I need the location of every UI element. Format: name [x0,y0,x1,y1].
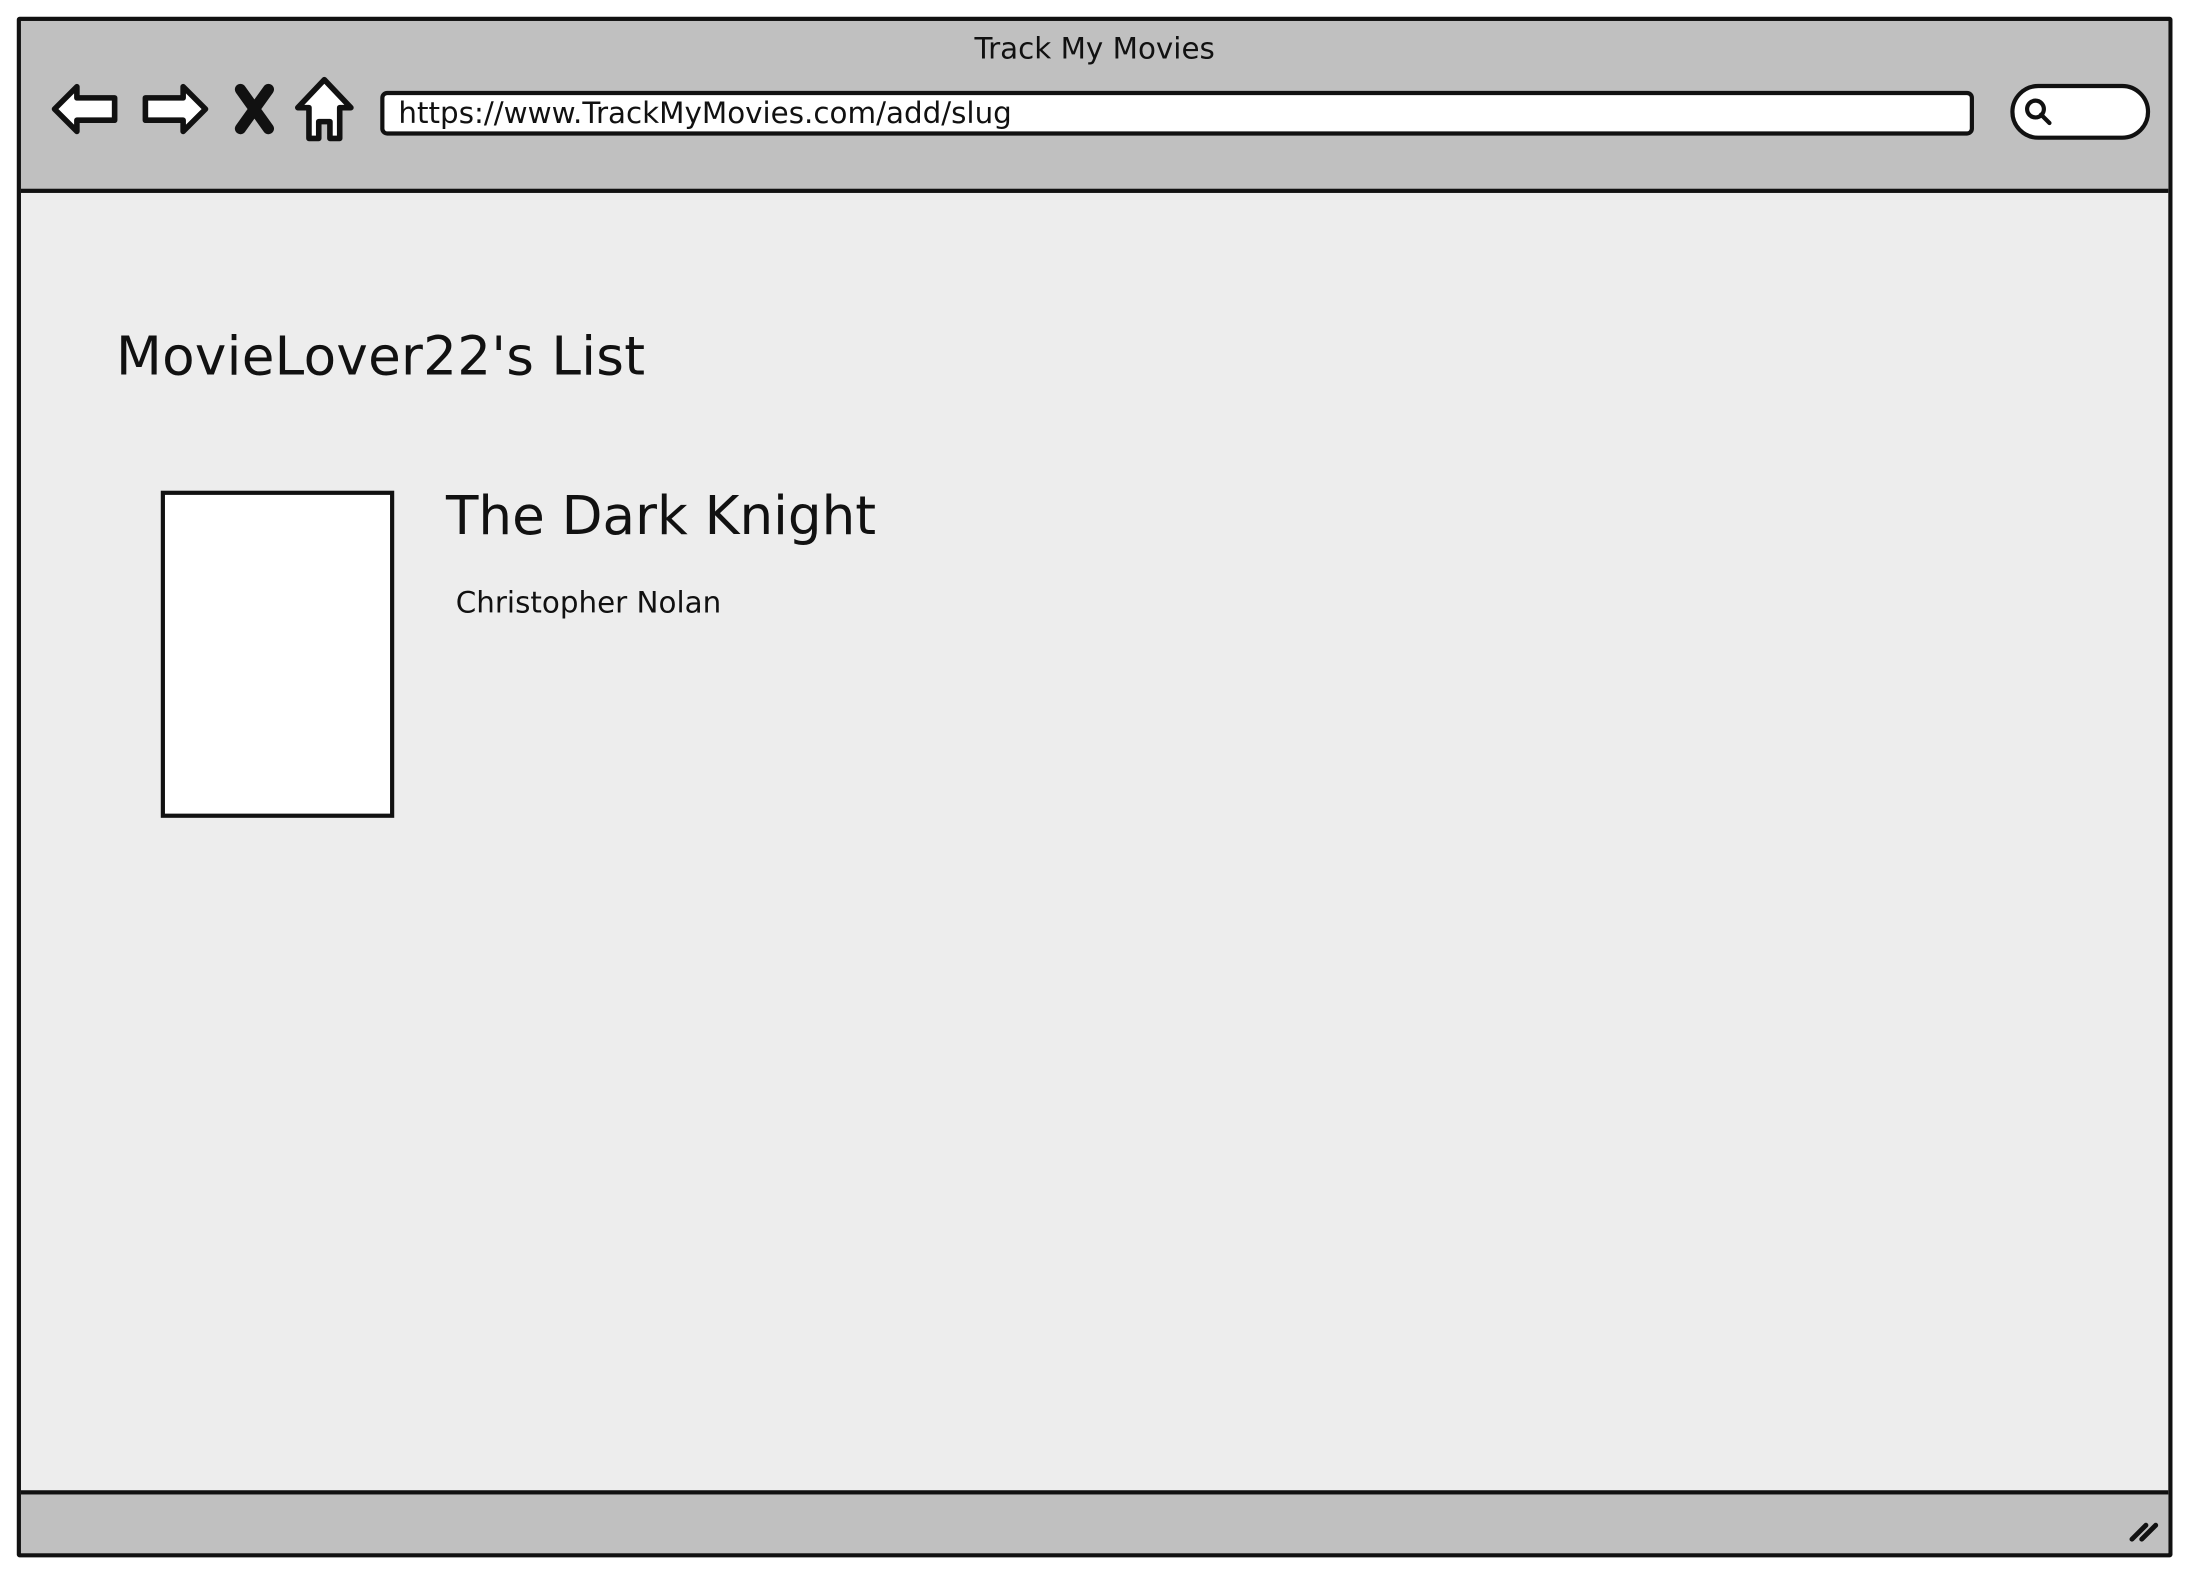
page-title: MovieLover22's List [116,325,646,388]
home-icon[interactable] [289,71,359,146]
movie-director: Christopher Nolan [455,585,722,620]
search-input[interactable] [2010,83,2151,140]
back-arrow-icon[interactable] [49,71,124,146]
window-title: Track My Movies [974,32,1215,66]
search-icon [2023,96,2054,127]
resize-handle-icon[interactable] [2124,1508,2160,1544]
browser-window: Track My Movies https://www.TrackMyMovie… [16,16,2173,1558]
movie-poster-placeholder [160,490,395,818]
movie-list-item[interactable]: The Dark Knight Christopher Nolan [160,485,1000,827]
forward-arrow-icon[interactable] [136,71,211,146]
browser-toolbar: Track My Movies https://www.TrackMyMovie… [20,20,2169,193]
movie-title: The Dark Knight [445,485,877,547]
stop-icon[interactable] [222,71,286,146]
address-bar[interactable]: https://www.TrackMyMovies.com/add/slug [380,90,1974,136]
status-bar [20,1490,2169,1554]
screen: Track My Movies https://www.TrackMyMovie… [0,0,2192,1569]
